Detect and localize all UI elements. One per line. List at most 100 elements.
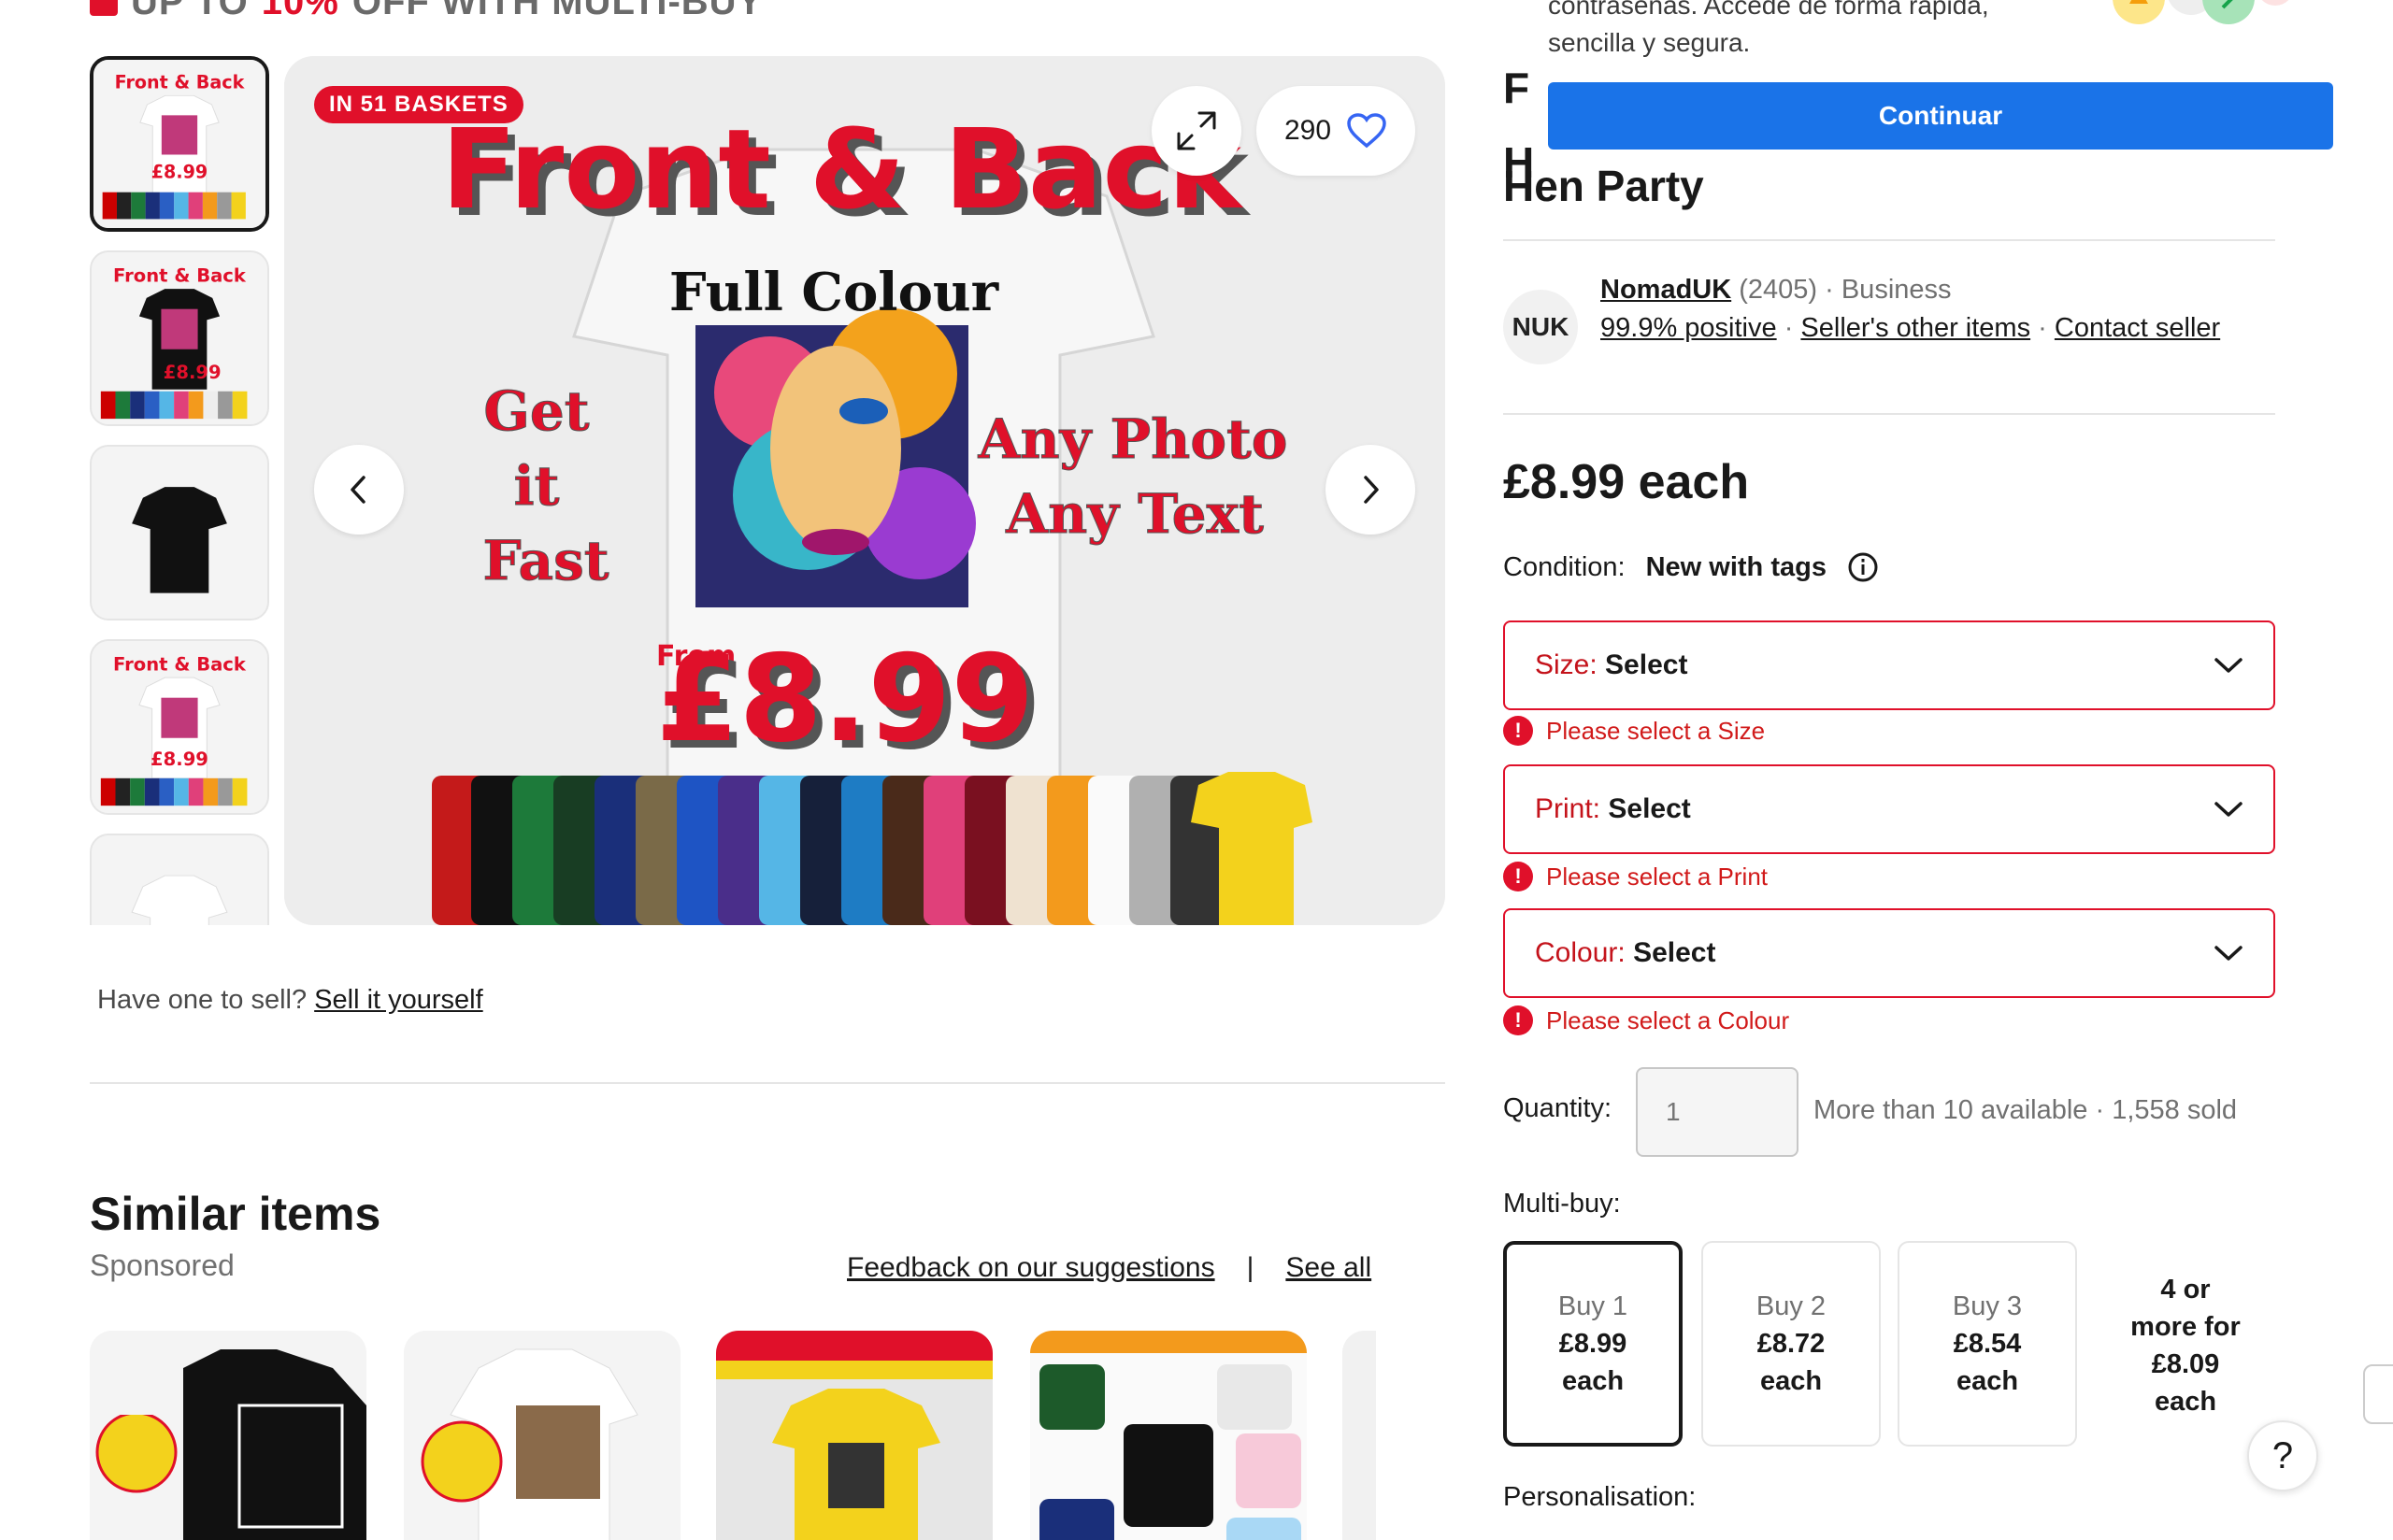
condition-label: Condition: (1503, 551, 1626, 582)
promo-suffix: OFF WITH MULTI-BUY (351, 0, 764, 22)
contact-seller-link[interactable]: Contact seller (2055, 313, 2220, 343)
thumbnail-3[interactable] (90, 445, 269, 620)
sell-it-yourself-link[interactable]: Sell it yourself (314, 985, 483, 1015)
multibuy-price: £8.72 (1756, 1329, 1826, 1359)
svg-text:Front & Back: Front & Back (113, 264, 247, 286)
similar-items-carousel (90, 1331, 1376, 1540)
chevron-down-icon (2214, 658, 2243, 673)
seller-name-link[interactable]: NomadUK (1600, 275, 1731, 305)
svg-text:Front & Back: Front & Back (441, 105, 1243, 234)
svg-text:Get: Get (483, 379, 589, 443)
multibuy-more-line: each (2154, 1387, 2217, 1417)
print-select-value: Select (1608, 793, 1691, 824)
error-icon: ! (1503, 716, 1533, 746)
help-button[interactable]: ? (2247, 1420, 2318, 1491)
popup-text-line-1: contraseñas. Accede de forma rápida, (1548, 0, 1989, 20)
colour-select-label: Colour: (1535, 937, 1626, 968)
seller-logo[interactable]: NUK (1503, 290, 1578, 364)
previous-image-button[interactable] (314, 445, 404, 535)
continue-button[interactable]: Continuar (1548, 82, 2333, 150)
svg-text:Front & Back: Front & Back (113, 653, 247, 675)
thumbnail-list: Front & Back £8.99 Front & Back £8.99 Fr… (90, 56, 269, 925)
size-select-label: Size: (1535, 649, 1598, 680)
similar-items-links: Feedback on our suggestions | See all (847, 1252, 1371, 1284)
print-error-text: Please select a Print (1546, 862, 1769, 891)
size-error-text: Please select a Size (1546, 716, 1766, 745)
heart-icon (1347, 113, 1386, 149)
multibuy-option-3[interactable]: Buy 3 £8.54 each (1898, 1241, 2077, 1447)
popup-text-line-2: sencilla y segura. (1548, 28, 1751, 57)
divider (1503, 413, 2275, 415)
similar-item-card[interactable] (404, 1331, 681, 1540)
main-product-image[interactable]: Front & Back Front & Back Full Colour Ge… (284, 56, 1445, 925)
baskets-badge: IN 51 BASKETS (314, 86, 523, 123)
multibuy-option-2[interactable]: Buy 2 £8.72 each (1701, 1241, 1881, 1447)
watch-count: 290 (1283, 115, 1332, 146)
seller-info: NomadUK (2405) · Business 99.9% positive… (1600, 275, 2221, 343)
print-select[interactable]: Print: Select (1503, 764, 2275, 854)
see-all-link[interactable]: See all (1285, 1252, 1371, 1284)
similar-item-card[interactable] (90, 1331, 366, 1540)
tag-icon (90, 0, 118, 16)
size-select[interactable]: Size: Select (1503, 620, 2275, 710)
multibuy-more-option[interactable]: 4 or more for £8.09 each (2096, 1271, 2275, 1420)
size-select-value: Select (1605, 649, 1688, 680)
expand-icon (1177, 111, 1216, 150)
similar-item-card[interactable] (716, 1331, 993, 1540)
similar-item-image (1342, 1331, 1376, 1540)
size-error: ! Please select a Size (1503, 716, 1765, 746)
item-price: £8.99 each (1503, 455, 1750, 509)
personalisation-label: Personalisation: (1503, 1482, 1697, 1512)
svg-text:Any Text: Any Text (1005, 482, 1264, 546)
quantity-label: Quantity: (1503, 1093, 1612, 1123)
error-icon: ! (1503, 862, 1533, 891)
multibuy-quantity: Buy 3 (1952, 1291, 2023, 1321)
multibuy-each: each (1956, 1366, 2019, 1396)
colour-error: ! Please select a Colour (1503, 1005, 1789, 1035)
svg-text:Full Colour: Full Colour (669, 262, 1000, 323)
seller-positive-link[interactable]: 99.9% positive (1600, 313, 1777, 343)
feedback-link[interactable]: Feedback on our suggestions (847, 1252, 1215, 1284)
sell-prompt: Have one to sell? Sell it yourself (97, 985, 483, 1016)
svg-text:£8.99: £8.99 (656, 630, 1035, 769)
error-icon: ! (1503, 1005, 1533, 1035)
title-fragment-1: F (1503, 64, 1530, 112)
thumbnail-image (92, 835, 267, 925)
side-feedback-tab[interactable] (2363, 1364, 2393, 1424)
chevron-right-icon (1364, 476, 1379, 504)
svg-text:Front & Back: Front & Back (115, 72, 246, 93)
multibuy-each: each (1759, 1366, 1823, 1396)
similar-item-card[interactable] (1342, 1331, 1376, 1540)
multibuy-option-1[interactable]: Buy 1 £8.99 each (1503, 1241, 1683, 1447)
chevron-down-icon (2214, 946, 2243, 961)
section-divider (90, 1082, 1445, 1084)
print-select-label: Print: (1535, 793, 1601, 824)
multibuy-quantity: Buy 2 (1755, 1291, 1827, 1321)
svg-text:£8.99: £8.99 (151, 161, 208, 182)
multibuy-quantity: Buy 1 (1557, 1291, 1628, 1321)
thumbnail-image: Front & Back £8.99 (93, 60, 265, 228)
watch-button[interactable]: 290 (1256, 86, 1415, 176)
print-error: ! Please select a Print (1503, 862, 1768, 891)
next-image-button[interactable] (1325, 445, 1415, 535)
product-artwork: Front & Back Front & Back Full Colour Ge… (284, 56, 1445, 925)
promo-prefix: UP TO (131, 0, 249, 22)
thumbnail-image (92, 447, 267, 619)
thumbnail-2[interactable]: Front & Back £8.99 (90, 250, 269, 426)
similar-item-image (716, 1331, 993, 1540)
similar-item-card[interactable] (1030, 1331, 1307, 1540)
expand-image-button[interactable] (1152, 86, 1241, 176)
sponsored-label: Sponsored (90, 1248, 235, 1282)
promo-percent: 10% (261, 0, 339, 22)
seller-type: Business (1841, 275, 1952, 305)
similar-item-image (404, 1331, 681, 1540)
info-icon[interactable] (1847, 551, 1879, 583)
colour-select[interactable]: Colour: Select (1503, 908, 2275, 998)
seller-other-items-link[interactable]: Seller's other items (1800, 313, 2030, 343)
quantity-availability: More than 10 available · 1,558 sold (1813, 1095, 2238, 1125)
thumbnail-5[interactable] (90, 834, 269, 925)
quantity-input[interactable] (1636, 1067, 1798, 1157)
thumbnail-4[interactable]: Front & Back £8.99 (90, 639, 269, 815)
thumbnail-1[interactable]: Front & Back £8.99 (90, 56, 269, 232)
svg-text:Any Photo: Any Photo (977, 407, 1287, 471)
